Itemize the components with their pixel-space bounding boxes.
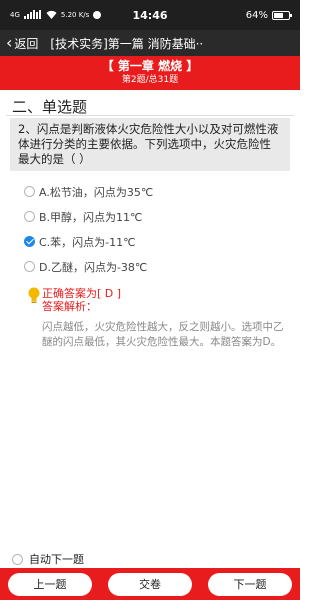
option-a[interactable]: A.松节油，闪点为35℃ [0, 179, 300, 204]
options-list: A.松节油，闪点为35℃ B.甲醇，闪点为11℃ C.苯，闪点为-11℃ D.乙… [0, 179, 300, 279]
radio-icon [24, 186, 35, 197]
battery-icon [272, 10, 292, 20]
radio-icon [24, 261, 35, 272]
correct-answer: 正确答案为[ D ] [42, 287, 122, 300]
option-label: B.甲醇，闪点为11℃ [39, 210, 143, 224]
chapter-banner: 【 第一章 燃烧 】 第2题/总31题 [0, 56, 300, 90]
next-button[interactable]: 下一题 [208, 572, 292, 596]
back-button[interactable]: ‹ 返回 [6, 35, 38, 52]
auto-next-label: 自动下一题 [29, 553, 84, 566]
analysis-text: 闪点越低，火灾危险性越大，反之则越小。选项中乙醚的闪点最低，其火灾危险性最大。本… [42, 321, 284, 348]
question-text: 2、闪点是判断液体火灾危险性大小以及对可燃性液体进行分类的主要依据。下列选项中，… [10, 118, 290, 171]
battery-fill [274, 12, 283, 18]
option-b[interactable]: B.甲醇，闪点为11℃ [0, 204, 300, 229]
back-label: 返回 [14, 36, 39, 51]
auto-next-toggle[interactable]: 自动下一题 [12, 551, 84, 567]
lightbulb-icon [28, 287, 40, 305]
option-d[interactable]: D.乙醚，闪点为-38℃ [0, 254, 300, 279]
nav-bar: ‹ 返回 [技术实务]第一篇 消防基础·· [0, 30, 300, 56]
status-bar: 4G 5.20 K/s 14:46 64% [0, 0, 300, 30]
option-label: C.苯，闪点为-11℃ [39, 235, 136, 249]
analysis-label: 答案解析： [42, 300, 97, 313]
submit-button[interactable]: 交卷 [108, 572, 192, 596]
radio-checked-icon [24, 236, 35, 247]
chevron-left-icon: ‹ [6, 33, 13, 52]
status-time: 14:46 [132, 8, 168, 22]
radio-icon [12, 553, 23, 565]
section-title: 二、单选题 [12, 98, 88, 116]
question-progress: 第2题/总31题 [121, 75, 179, 85]
option-label: A.松节油，闪点为35℃ [39, 185, 154, 199]
radio-icon [24, 211, 35, 222]
option-c[interactable]: C.苯，闪点为-11℃ [0, 229, 300, 254]
answer-block: 正确答案为[ D ] 答案解析： 闪点越低，火灾危险性越大，反之则越小。选项中乙… [0, 287, 300, 350]
option-label: D.乙醚，闪点为-38℃ [39, 260, 148, 274]
bottom-bar: 上一题 交卷 下一题 [0, 568, 300, 600]
chapter-title: 【 第一章 燃烧 】 [101, 59, 199, 73]
prev-button[interactable]: 上一题 [8, 572, 92, 596]
page-title: [技术实务]第一篇 消防基础·· [50, 36, 204, 51]
